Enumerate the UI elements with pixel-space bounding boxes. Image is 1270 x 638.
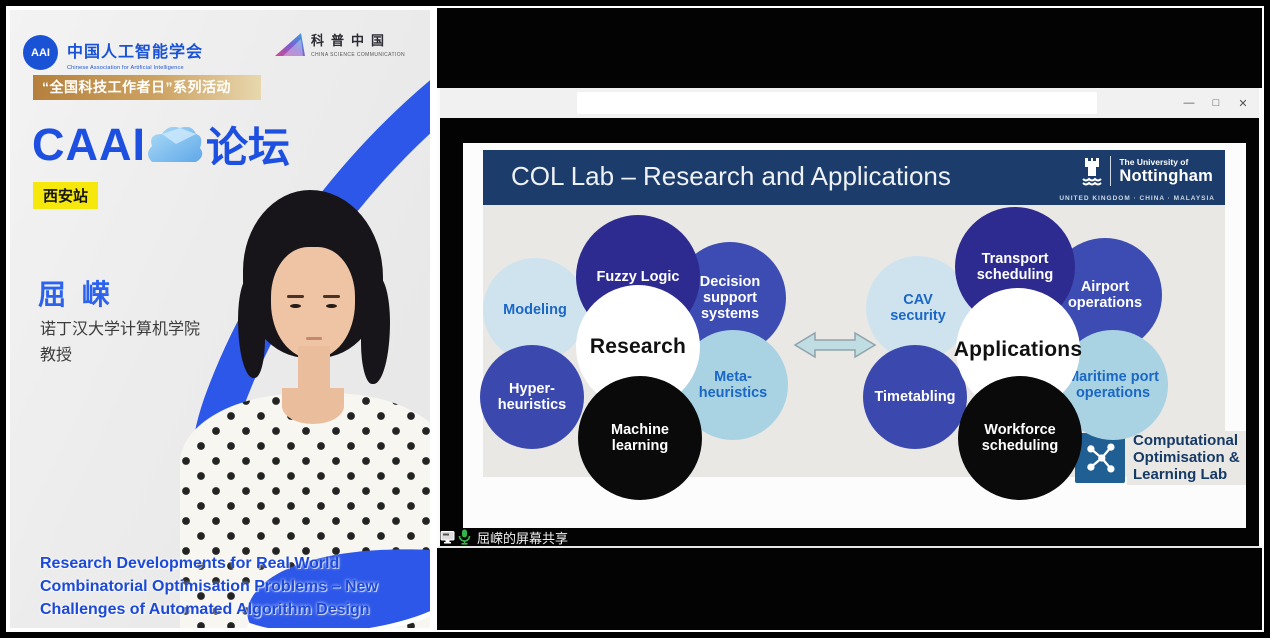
kepu-china-logo: 科普中国 CHINA SCIENCE COMMUNICATION <box>273 30 405 58</box>
caai-logo-icon: AAI <box>23 35 58 70</box>
screenshot-stage: AAI 中国人工智能学会 Chinese Association for Art… <box>0 0 1270 638</box>
screen-share-video: — □ ✕ COL Lab – Research and Application… <box>437 8 1262 630</box>
kepu-name-en: CHINA SCIENCE COMMUNICATION <box>311 52 405 58</box>
event-banner: “全国科技工作者日”系列活动 <box>33 75 261 100</box>
eye-left <box>290 304 301 308</box>
bubble-workforce-scheduling: Workforce scheduling <box>958 376 1082 500</box>
eye-right <box>326 304 337 308</box>
screen-share-label: 屈嵘的屏幕共享 <box>440 527 568 547</box>
microphone-icon <box>458 529 471 545</box>
caai-forum-logo: CAAI 论坛 <box>32 114 290 175</box>
bubble-timetabling: Timetabling <box>863 345 967 449</box>
logo-divider <box>1110 156 1111 186</box>
slide-title: COL Lab – Research and Applications <box>511 161 951 192</box>
presentation-slide: COL Lab – Research and Applications The … <box>463 143 1246 528</box>
caai-org-logo: AAI 中国人工智能学会 Chinese Association for Art… <box>23 35 203 71</box>
forum-logo-cn: 论坛 <box>206 114 290 175</box>
talk-title-line-3: Challenges of Automated Algorithm Design <box>40 598 385 621</box>
talk-title: Research Developments for Real World Com… <box>40 552 385 621</box>
col-lab-logo: Computational Optimisation & Learning La… <box>1075 431 1246 485</box>
university-of-nottingham-logo: The University of Nottingham <box>1081 156 1213 186</box>
neck <box>298 346 330 406</box>
eyebrow-right <box>323 295 340 298</box>
speaker-job-title: 教授 <box>40 341 72 365</box>
face <box>271 247 355 359</box>
caai-org-name-cn: 中国人工智能学会 <box>67 38 203 62</box>
window-titlebar: — □ ✕ <box>437 88 1262 118</box>
col-lab-logo-icon <box>1075 433 1125 483</box>
castle-icon <box>1081 156 1103 186</box>
window-controls: — □ ✕ <box>1180 88 1252 118</box>
kepu-name-cn: 科普中国 <box>311 30 405 49</box>
minimize-button[interactable]: — <box>1180 92 1198 114</box>
maximize-button[interactable]: □ <box>1207 92 1225 114</box>
col-logo-line1: Computational <box>1133 432 1240 449</box>
station-badge: 西安站 <box>33 182 98 209</box>
col-logo-line3: Learning Lab <box>1133 466 1240 483</box>
share-label-text: 屈嵘的屏幕共享 <box>477 528 568 547</box>
uon-countries: UNITED KINGDOM · CHINA · MALAYSIA <box>1059 195 1215 202</box>
bubble-hyper-heuristics: Hyper- heuristics <box>480 345 584 449</box>
uon-line2: Nottingham <box>1119 167 1213 186</box>
window-title-area <box>577 92 1097 114</box>
eyebrow-left <box>287 295 304 298</box>
talk-title-line-1: Research Developments for Real World <box>40 552 385 575</box>
forum-logo-latin: CAAI <box>32 119 146 171</box>
speaker-card: AAI 中国人工智能学会 Chinese Association for Art… <box>10 10 430 628</box>
close-button[interactable]: ✕ <box>1234 92 1252 114</box>
uon-line1: The University of <box>1119 157 1213 167</box>
col-logo-line2: Optimisation & <box>1133 449 1240 466</box>
speaker-name: 屈 嵘 <box>38 273 114 313</box>
caai-org-name-en: Chinese Association for Artificial Intel… <box>67 65 203 71</box>
speaker-affiliation: 诺丁汉大学计算机学院 <box>40 315 200 339</box>
network-icon <box>1080 438 1120 478</box>
double-arrow-icon <box>793 329 877 361</box>
talk-title-line-2: Combinatorial Optimisation Problems – Ne… <box>40 575 385 598</box>
monitor-icon <box>440 530 455 544</box>
kepu-wave-icon <box>273 30 307 58</box>
bubble-machine-learning: Machine learning <box>578 376 702 500</box>
cloud-icon <box>142 122 204 168</box>
slide-header: COL Lab – Research and Applications The … <box>483 150 1225 205</box>
mouth <box>306 337 322 340</box>
